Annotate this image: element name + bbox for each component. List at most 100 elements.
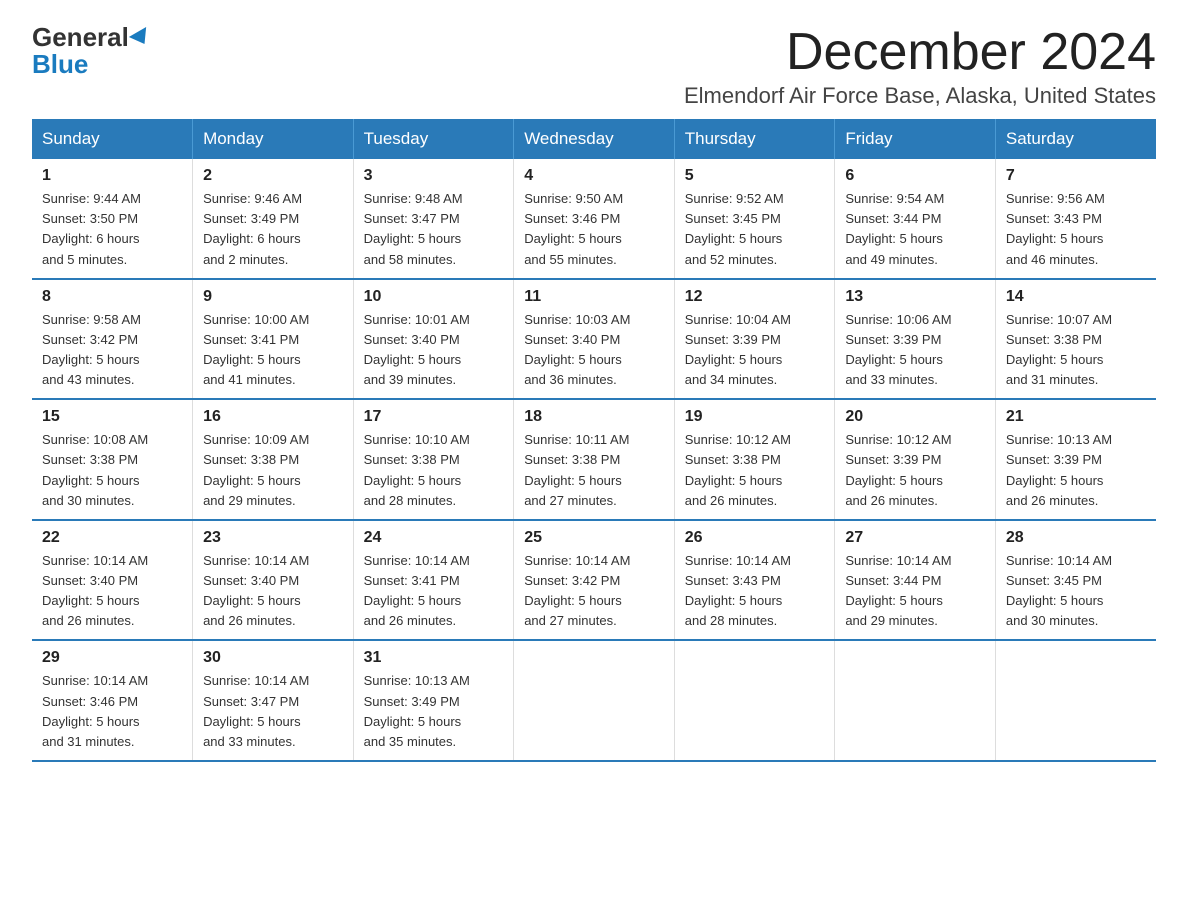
page-header: General Blue December 2024 Elmendorf Air… (32, 24, 1156, 109)
logo: General Blue (32, 24, 151, 78)
day-number: 22 (42, 529, 182, 547)
calendar-cell (835, 640, 996, 761)
calendar-cell: 21 Sunrise: 10:13 AMSunset: 3:39 PMDaylig… (995, 399, 1156, 520)
day-number: 6 (845, 167, 985, 185)
day-number: 30 (203, 649, 343, 667)
calendar-cell: 5Sunrise: 9:52 AMSunset: 3:45 PMDaylight… (674, 159, 835, 279)
day-info: Sunrise: 10:11 AMSunset: 3:38 PMDaylight… (524, 430, 664, 511)
day-info: Sunrise: 9:48 AMSunset: 3:47 PMDaylight:… (364, 189, 504, 270)
weekday-header-saturday: Saturday (995, 119, 1156, 159)
day-number: 12 (685, 288, 825, 306)
day-info: Sunrise: 10:14 AMSunset: 3:40 PMDaylight… (203, 551, 343, 632)
day-info: Sunrise: 9:54 AMSunset: 3:44 PMDaylight:… (845, 189, 985, 270)
calendar-cell: 16 Sunrise: 10:09 AMSunset: 3:38 PMDaylig… (193, 399, 354, 520)
logo-triangle-icon (129, 27, 153, 49)
day-info: Sunrise: 10:14 AMSunset: 3:42 PMDaylight… (524, 551, 664, 632)
calendar-cell: 26 Sunrise: 10:14 AMSunset: 3:43 PMDaylig… (674, 520, 835, 641)
logo-blue-text: Blue (32, 49, 88, 79)
day-info: Sunrise: 10:08 AMSunset: 3:38 PMDaylight… (42, 430, 182, 511)
day-number: 4 (524, 167, 664, 185)
day-number: 24 (364, 529, 504, 547)
day-info: Sunrise: 10:13 AMSunset: 3:39 PMDaylight… (1006, 430, 1146, 511)
weekday-header-sunday: Sunday (32, 119, 193, 159)
day-number: 23 (203, 529, 343, 547)
calendar-cell: 2Sunrise: 9:46 AMSunset: 3:49 PMDaylight… (193, 159, 354, 279)
day-info: Sunrise: 10:14 AMSunset: 3:44 PMDaylight… (845, 551, 985, 632)
day-info: Sunrise: 9:46 AMSunset: 3:49 PMDaylight:… (203, 189, 343, 270)
calendar-cell: 3 Sunrise: 9:48 AMSunset: 3:47 PMDaylight… (353, 159, 514, 279)
calendar-cell: 31Sunrise: 10:13 AMSunset: 3:49 PMDaylig… (353, 640, 514, 761)
day-number: 13 (845, 288, 985, 306)
day-info: Sunrise: 10:09 AMSunset: 3:38 PMDaylight… (203, 430, 343, 511)
day-number: 3 (364, 167, 504, 185)
day-info: Sunrise: 10:14 AMSunset: 3:43 PMDaylight… (685, 551, 825, 632)
calendar-cell: 17Sunrise: 10:10 AMSunset: 3:38 PMDaylig… (353, 399, 514, 520)
calendar-cell: 20Sunrise: 10:12 AMSunset: 3:39 PMDaylig… (835, 399, 996, 520)
day-info: Sunrise: 10:07 AMSunset: 3:38 PMDaylight… (1006, 310, 1146, 391)
day-info: Sunrise: 9:50 AMSunset: 3:46 PMDaylight:… (524, 189, 664, 270)
calendar-cell: 23 Sunrise: 10:14 AMSunset: 3:40 PMDaylig… (193, 520, 354, 641)
day-number: 31 (364, 649, 504, 667)
day-number: 7 (1006, 167, 1146, 185)
day-info: Sunrise: 10:12 AMSunset: 3:39 PMDaylight… (845, 430, 985, 511)
day-info: Sunrise: 10:14 AMSunset: 3:46 PMDaylight… (42, 671, 182, 752)
day-number: 1 (42, 167, 182, 185)
day-info: Sunrise: 10:00 AMSunset: 3:41 PMDaylight… (203, 310, 343, 391)
day-info: Sunrise: 10:03 AMSunset: 3:40 PMDaylight… (524, 310, 664, 391)
day-info: Sunrise: 10:14 AMSunset: 3:45 PMDaylight… (1006, 551, 1146, 632)
day-number: 25 (524, 529, 664, 547)
logo-general-text: General (32, 22, 129, 52)
weekday-header-thursday: Thursday (674, 119, 835, 159)
title-area: December 2024 Elmendorf Air Force Base, … (684, 24, 1156, 109)
calendar-cell (514, 640, 675, 761)
calendar-cell: 14 Sunrise: 10:07 AMSunset: 3:38 PMDaylig… (995, 279, 1156, 400)
day-info: Sunrise: 10:14 AMSunset: 3:47 PMDaylight… (203, 671, 343, 752)
day-number: 5 (685, 167, 825, 185)
calendar-cell: 7 Sunrise: 9:56 AMSunset: 3:43 PMDaylight… (995, 159, 1156, 279)
week-row-5: 29 Sunrise: 10:14 AMSunset: 3:46 PMDaylig… (32, 640, 1156, 761)
month-title: December 2024 (684, 24, 1156, 81)
day-number: 29 (42, 649, 182, 667)
calendar-cell: 1Sunrise: 9:44 AMSunset: 3:50 PMDaylight… (32, 159, 193, 279)
day-number: 16 (203, 408, 343, 426)
calendar-cell: 22 Sunrise: 10:14 AMSunset: 3:40 PMDaylig… (32, 520, 193, 641)
day-info: Sunrise: 10:01 AMSunset: 3:40 PMDaylight… (364, 310, 504, 391)
location-title: Elmendorf Air Force Base, Alaska, United… (684, 83, 1156, 109)
day-number: 18 (524, 408, 664, 426)
weekday-header-row: SundayMondayTuesdayWednesdayThursdayFrid… (32, 119, 1156, 159)
calendar-cell: 9Sunrise: 10:00 AMSunset: 3:41 PMDayligh… (193, 279, 354, 400)
calendar-cell: 27Sunrise: 10:14 AMSunset: 3:44 PMDaylig… (835, 520, 996, 641)
calendar-table: SundayMondayTuesdayWednesdayThursdayFrid… (32, 119, 1156, 762)
calendar-cell: 11 Sunrise: 10:03 AMSunset: 3:40 PMDaylig… (514, 279, 675, 400)
weekday-header-friday: Friday (835, 119, 996, 159)
day-number: 28 (1006, 529, 1146, 547)
day-number: 14 (1006, 288, 1146, 306)
calendar-cell: 15 Sunrise: 10:08 AMSunset: 3:38 PMDaylig… (32, 399, 193, 520)
day-info: Sunrise: 9:58 AMSunset: 3:42 PMDaylight:… (42, 310, 182, 391)
day-number: 15 (42, 408, 182, 426)
calendar-cell: 8 Sunrise: 9:58 AMSunset: 3:42 PMDaylight… (32, 279, 193, 400)
calendar-cell: 4 Sunrise: 9:50 AMSunset: 3:46 PMDaylight… (514, 159, 675, 279)
logo-general-line: General (32, 24, 151, 51)
calendar-cell: 30 Sunrise: 10:14 AMSunset: 3:47 PMDaylig… (193, 640, 354, 761)
day-number: 11 (524, 288, 664, 306)
day-number: 8 (42, 288, 182, 306)
day-info: Sunrise: 10:14 AMSunset: 3:41 PMDaylight… (364, 551, 504, 632)
day-number: 26 (685, 529, 825, 547)
calendar-cell: 25 Sunrise: 10:14 AMSunset: 3:42 PMDaylig… (514, 520, 675, 641)
day-info: Sunrise: 9:56 AMSunset: 3:43 PMDaylight:… (1006, 189, 1146, 270)
day-info: Sunrise: 10:06 AMSunset: 3:39 PMDaylight… (845, 310, 985, 391)
week-row-1: 1Sunrise: 9:44 AMSunset: 3:50 PMDaylight… (32, 159, 1156, 279)
calendar-cell: 29 Sunrise: 10:14 AMSunset: 3:46 PMDaylig… (32, 640, 193, 761)
day-number: 21 (1006, 408, 1146, 426)
day-info: Sunrise: 10:12 AMSunset: 3:38 PMDaylight… (685, 430, 825, 511)
calendar-cell: 10Sunrise: 10:01 AMSunset: 3:40 PMDaylig… (353, 279, 514, 400)
weekday-header-tuesday: Tuesday (353, 119, 514, 159)
day-info: Sunrise: 10:14 AMSunset: 3:40 PMDaylight… (42, 551, 182, 632)
week-row-3: 15 Sunrise: 10:08 AMSunset: 3:38 PMDaylig… (32, 399, 1156, 520)
week-row-4: 22 Sunrise: 10:14 AMSunset: 3:40 PMDaylig… (32, 520, 1156, 641)
weekday-header-monday: Monday (193, 119, 354, 159)
day-number: 17 (364, 408, 504, 426)
calendar-cell: 13 Sunrise: 10:06 AMSunset: 3:39 PMDaylig… (835, 279, 996, 400)
calendar-cell: 19Sunrise: 10:12 AMSunset: 3:38 PMDaylig… (674, 399, 835, 520)
